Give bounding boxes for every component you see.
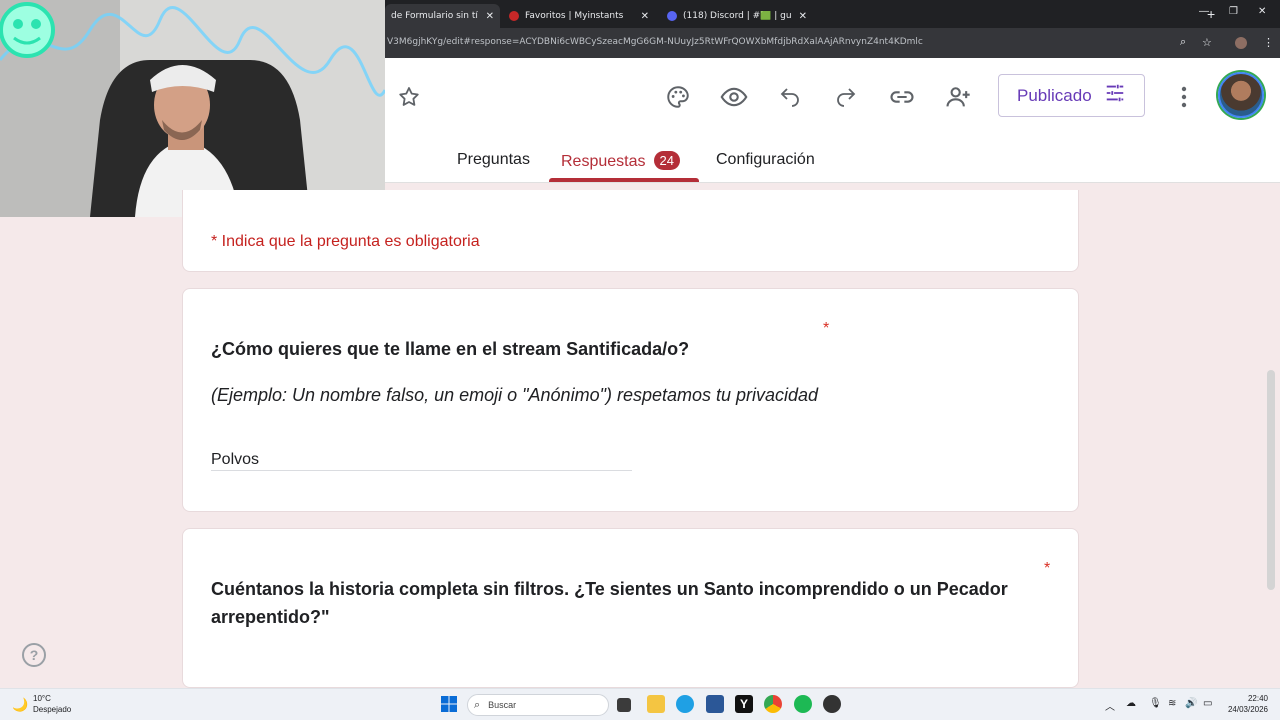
close-tab-icon[interactable]: ✕ <box>633 11 649 22</box>
account-avatar[interactable] <box>1218 72 1264 118</box>
address-bar: V3M6gjhKYg/edit#response=ACYDBNi6cWBCySz… <box>385 28 1280 58</box>
zoom-icon[interactable]: ⌕ <box>1180 36 1186 49</box>
weather-temp[interactable]: 10°C <box>33 694 51 703</box>
scrollbar-thumb[interactable] <box>1267 370 1275 590</box>
required-asterisk: * <box>823 320 830 337</box>
weather-desc[interactable]: Despejado <box>33 705 71 714</box>
task-view-icon[interactable] <box>617 698 631 712</box>
bookmark-star-icon[interactable]: ☆ <box>1202 36 1212 49</box>
forms-header: Publicado Preguntas Respuestas 24 Configu… <box>385 58 1280 183</box>
url-field[interactable]: V3M6gjhKYg/edit#response=ACYDBNi6cWBCySz… <box>387 37 923 47</box>
volume-icon[interactable]: 🔊 <box>1185 698 1197 709</box>
microphone-icon[interactable]: 🎙 <box>1149 698 1162 709</box>
form-header-card: * Indica que la pregunta es obligatoria <box>182 190 1079 272</box>
chrome-icon[interactable] <box>764 695 782 713</box>
clock-date: 24/03/2026 <box>1227 705 1268 714</box>
onedrive-icon[interactable]: ☁ <box>1126 698 1136 709</box>
webcam-overlay <box>0 0 385 217</box>
myinstants-favicon-icon <box>509 11 519 21</box>
tab-forms[interactable]: de Formulario sin título ✕ <box>385 4 500 28</box>
tray-chevron-icon[interactable]: ︿ <box>1105 698 1115 713</box>
browser-tab-bar: de Formulario sin título ✕ Favoritos | M… <box>385 0 1280 28</box>
close-tab-icon[interactable]: ✕ <box>791 11 807 22</box>
tab-responses[interactable]: Respuestas 24 <box>561 151 680 171</box>
app-y-icon[interactable]: Y <box>735 695 753 713</box>
question-title: ¿Cómo quieres que te llame en el stream … <box>211 339 690 359</box>
redo-icon[interactable] <box>832 83 860 111</box>
palette-icon[interactable] <box>664 83 692 111</box>
system-clock[interactable]: 22:40 24/03/2026 <box>1226 693 1268 715</box>
tab-responses-label: Respuestas <box>561 153 646 170</box>
webcam-feed-image <box>0 0 385 217</box>
tab-settings[interactable]: Configuración <box>716 151 815 169</box>
more-options-icon[interactable] <box>1170 83 1198 111</box>
store-icon[interactable] <box>706 695 724 713</box>
obs-icon[interactable] <box>823 695 841 713</box>
minimize-icon[interactable]: — <box>1199 6 1209 17</box>
add-collaborator-icon[interactable] <box>944 83 972 111</box>
browser-menu-icon[interactable]: ⋮ <box>1263 36 1274 49</box>
responses-count-badge: 24 <box>653 151 680 170</box>
clock-time: 22:40 <box>1247 694 1268 703</box>
restore-icon[interactable]: ❐ <box>1229 6 1238 17</box>
question-card-2: * Cuéntanos la historia completa sin fil… <box>182 528 1079 688</box>
help-icon[interactable]: ? <box>22 643 46 667</box>
question-title: Cuéntanos la historia completa sin filtr… <box>211 579 1008 627</box>
profile-icon[interactable] <box>1235 37 1247 49</box>
edge-icon[interactable] <box>676 695 694 713</box>
required-note: * Indica que la pregunta es obligatoria <box>211 233 480 250</box>
taskbar: 🌙 10°C Despejado ⌕ Buscar Y ︿ ☁ 🎙 ≋ 🔊 ▭ … <box>0 688 1280 720</box>
battery-icon[interactable]: ▭ <box>1203 698 1212 709</box>
star-icon[interactable] <box>395 83 423 111</box>
weather-moon-icon: 🌙 <box>12 697 29 712</box>
active-tab-indicator <box>549 178 699 182</box>
tab-discord-label: (118) Discord | #🟩 | guías | KIC <box>683 11 791 21</box>
tab-questions[interactable]: Preguntas <box>457 151 530 169</box>
question-card-1: * ¿Cómo quieres que te llame en el strea… <box>182 288 1079 512</box>
discord-favicon-icon <box>667 11 677 21</box>
answer-field[interactable]: Polvos <box>211 451 632 471</box>
file-explorer-icon[interactable] <box>647 695 665 713</box>
tune-icon <box>1104 82 1126 109</box>
windows-start-icon[interactable] <box>440 695 458 713</box>
preview-eye-icon[interactable] <box>720 83 748 111</box>
tab-myinstants[interactable]: Favoritos | Myinstants ✕ <box>503 4 655 28</box>
spotify-icon[interactable] <box>794 695 812 713</box>
search-placeholder: Buscar <box>488 700 517 710</box>
window-close-icon[interactable]: ✕ <box>1258 6 1266 17</box>
undo-icon[interactable] <box>776 83 804 111</box>
publish-button[interactable]: Publicado <box>998 74 1145 117</box>
tab-forms-label: de Formulario sin título <box>391 11 478 21</box>
close-tab-icon[interactable]: ✕ <box>478 11 494 22</box>
search-icon: ⌕ <box>474 698 481 711</box>
tab-myinstants-label: Favoritos | Myinstants <box>525 11 624 21</box>
tab-discord[interactable]: (118) Discord | #🟩 | guías | KIC ✕ <box>661 4 813 28</box>
publish-label: Publicado <box>1017 85 1092 105</box>
wifi-icon[interactable]: ≋ <box>1168 698 1176 709</box>
required-asterisk: * <box>1044 560 1051 577</box>
link-icon[interactable] <box>888 83 916 111</box>
taskbar-search[interactable]: ⌕ Buscar <box>467 694 609 716</box>
question-description: (Ejemplo: Un nombre falso, un emoji o "A… <box>211 385 819 405</box>
